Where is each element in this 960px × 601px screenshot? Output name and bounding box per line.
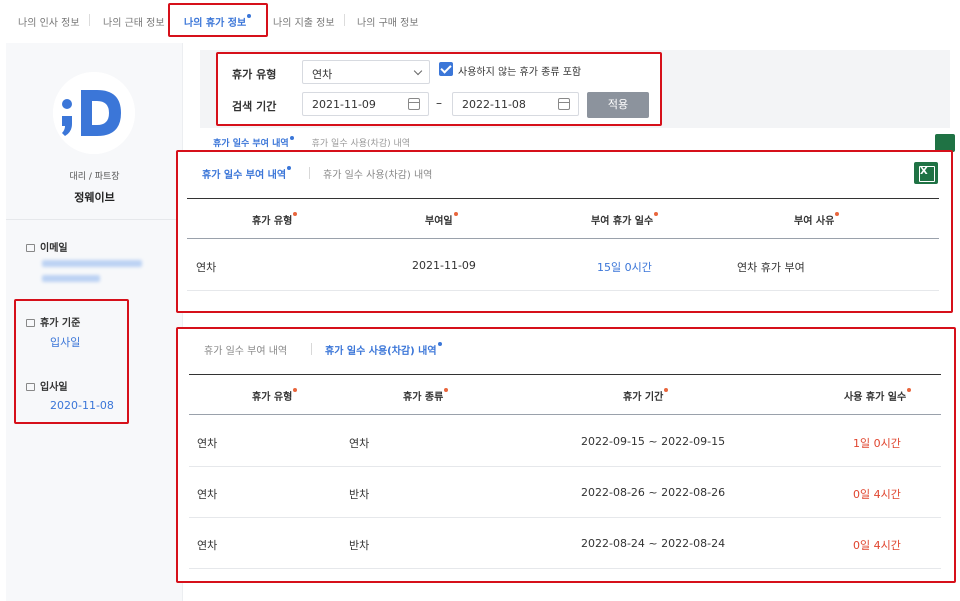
- highlight-box-usage-card: [176, 327, 956, 583]
- email-label: 이메일: [26, 239, 68, 254]
- email-label-text: 이메일: [40, 243, 68, 254]
- email-value-redacted: [42, 260, 152, 290]
- background-sub-tabs: 휴가 일수 부여 내역 휴가 일수 사용(차감) 내역: [213, 136, 410, 149]
- top-tab-bar: 나의 인사 정보 나의 근태 정보 나의 휴가 정보 나의 지출 정보 나의 구…: [0, 0, 960, 42]
- profile-divider: [6, 219, 183, 220]
- tab-separator: [89, 14, 90, 26]
- tab-my-purchase-info[interactable]: 나의 구매 정보: [357, 14, 419, 29]
- mail-icon: [26, 244, 35, 252]
- tab-my-expense-info[interactable]: 나의 지출 정보: [273, 14, 335, 29]
- tab-my-hr-info[interactable]: 나의 인사 정보: [18, 14, 80, 29]
- highlight-box-grant-card: [176, 150, 953, 313]
- bg-usage-tab: 휴가 일수 사용(차감) 내역: [311, 139, 411, 149]
- active-dot-icon: [289, 136, 294, 140]
- highlight-box-active-tab: [168, 3, 268, 37]
- highlight-box-leave-basis: [14, 299, 129, 424]
- tab-separator: [344, 14, 345, 26]
- profile-name: 정웨이브: [74, 191, 115, 204]
- bg-grant-tab: 휴가 일수 부여 내역: [213, 139, 289, 149]
- profile-role: 대리 / 파트장: [69, 172, 120, 182]
- avatar-logo-icon: [53, 72, 135, 154]
- avatar: [53, 72, 135, 154]
- tab-my-attendance-info[interactable]: 나의 근태 정보: [103, 14, 165, 29]
- highlight-box-filter: [216, 52, 662, 126]
